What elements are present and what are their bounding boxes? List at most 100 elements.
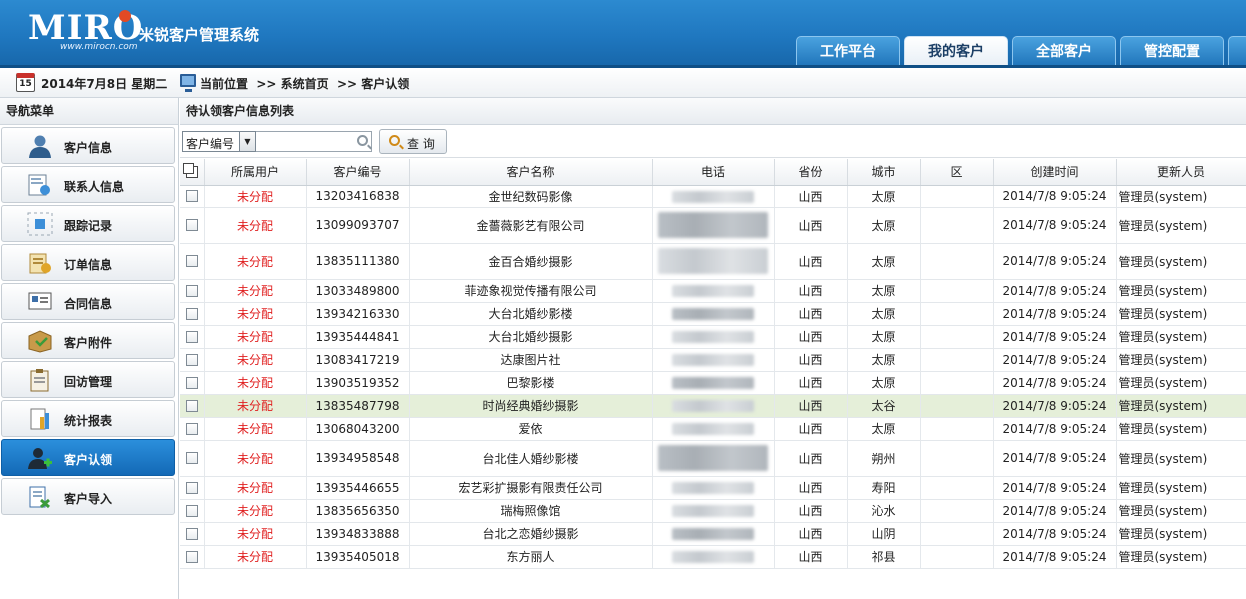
row-checkbox[interactable] bbox=[180, 371, 205, 395]
cell-code: 13033489800 bbox=[306, 279, 410, 303]
cell-code: 13935405018 bbox=[306, 545, 410, 569]
cell-name: 东方丽人 bbox=[409, 545, 653, 569]
tab-my-customers[interactable]: 我的客户 bbox=[904, 36, 1008, 68]
row-checkbox[interactable] bbox=[180, 348, 205, 372]
cell-updater: 管理员(system) bbox=[1116, 325, 1246, 349]
sidebar-item-contracts[interactable]: 合同信息 bbox=[1, 283, 175, 320]
redacted-phone bbox=[672, 285, 754, 297]
sidebar-title: 导航菜单 bbox=[0, 98, 178, 125]
checkbox[interactable] bbox=[185, 550, 198, 563]
sidebar-item-tracking[interactable]: 跟踪记录 bbox=[1, 205, 175, 242]
table-row[interactable]: 未分配 13934216330 大台北婚纱影楼 山西 太原 2014/7/8 9:05:2… bbox=[180, 302, 1246, 326]
table-row[interactable]: 未分配 13935444841 大台北婚纱摄影 山西 太原 2014/7/8 9:05:2… bbox=[180, 325, 1246, 349]
table-row[interactable]: 未分配 13934833888 台北之恋婚纱摄影 山西 山阴 2014/7/8 9:05:… bbox=[180, 522, 1246, 546]
table-row[interactable]: 未分配 13033489800 菲迹象视觉传播有限公司 山西 太原 2014/7/8 9:… bbox=[180, 279, 1246, 303]
table-header-row: 所属用户 客户编号 客户名称 电话 省份 城市 区 创建时间 更新人员 bbox=[180, 159, 1246, 186]
sidebar-item-customer-info[interactable]: 客户信息 bbox=[1, 127, 175, 164]
row-checkbox[interactable] bbox=[180, 279, 205, 303]
table-row[interactable]: 未分配 13835656350 瑞梅照像馆 山西 沁水 2014/7/8 9:05:24 管… bbox=[180, 499, 1246, 523]
table-row[interactable]: 未分配 13835111380 金百合婚纱摄影 山西 太原 2014/7/8 9:05:2… bbox=[180, 243, 1246, 280]
checkbox[interactable] bbox=[185, 307, 198, 320]
row-checkbox[interactable] bbox=[180, 243, 205, 280]
chevron-down-icon[interactable]: ▼ bbox=[239, 132, 255, 151]
row-checkbox[interactable] bbox=[180, 440, 205, 477]
row-checkbox[interactable] bbox=[180, 325, 205, 349]
checkbox[interactable] bbox=[185, 190, 198, 202]
col-updater[interactable]: 更新人员 bbox=[1116, 159, 1246, 186]
search-input[interactable] bbox=[256, 131, 372, 152]
checkbox[interactable] bbox=[185, 399, 198, 412]
sidebar-item-reports[interactable]: 统计报表 bbox=[1, 400, 175, 437]
sidebar-item-attachments[interactable]: 客户附件 bbox=[1, 322, 175, 359]
col-name[interactable]: 客户名称 bbox=[409, 159, 653, 186]
report-icon bbox=[30, 408, 49, 430]
row-checkbox[interactable] bbox=[180, 207, 205, 244]
select-all-header[interactable] bbox=[180, 159, 205, 186]
checkbox[interactable] bbox=[185, 255, 198, 267]
checkbox[interactable] bbox=[185, 284, 198, 297]
table-row[interactable]: 未分配 13935446655 宏艺彩扩摄影有限责任公司 山西 寿阳 2014/7/8 9… bbox=[180, 476, 1246, 500]
checkbox[interactable] bbox=[185, 422, 198, 435]
col-province[interactable]: 省份 bbox=[774, 159, 848, 186]
checkbox[interactable] bbox=[185, 481, 198, 494]
row-checkbox[interactable] bbox=[180, 476, 205, 500]
row-checkbox[interactable] bbox=[180, 417, 205, 441]
cell-district bbox=[920, 207, 994, 244]
search-field-select[interactable]: 客户编号 ▼ bbox=[182, 131, 256, 152]
table-row[interactable]: 未分配 13099093707 金薔薇影艺有限公司 山西 太原 2014/7/8 9:05… bbox=[180, 207, 1246, 244]
tab-overflow[interactable] bbox=[1228, 36, 1246, 68]
table-row[interactable]: 未分配 13903519352 巴黎影楼 山西 太原 2014/7/8 9:05:24 管理… bbox=[180, 371, 1246, 395]
checkbox[interactable] bbox=[185, 452, 198, 464]
cell-updater: 管理员(system) bbox=[1116, 279, 1246, 303]
row-checkbox[interactable] bbox=[180, 545, 205, 569]
col-district[interactable]: 区 bbox=[920, 159, 994, 186]
tab-workbench[interactable]: 工作平台 bbox=[796, 36, 900, 68]
row-checkbox[interactable] bbox=[180, 302, 205, 326]
table-row[interactable]: 未分配 13083417219 达康图片社 山西 太原 2014/7/8 9:05:24 管… bbox=[180, 348, 1246, 372]
cell-name: 时尚经典婚纱摄影 bbox=[409, 394, 653, 418]
table-row[interactable]: 未分配 13203416838 金世纪数码影像 山西 太原 2014/7/8 9:05:2… bbox=[180, 185, 1246, 208]
col-owner[interactable]: 所属用户 bbox=[204, 159, 307, 186]
sidebar-item-customer-claim[interactable]: 客户认领 bbox=[1, 439, 175, 476]
checkbox[interactable] bbox=[185, 219, 198, 231]
cell-name: 瑞梅照像馆 bbox=[409, 499, 653, 523]
table-row[interactable]: 未分配 13068043200 爱依 山西 太原 2014/7/8 9:05:24 管理员(… bbox=[180, 417, 1246, 441]
checkbox[interactable] bbox=[185, 353, 198, 366]
sidebar-item-contacts[interactable]: 联系人信息 bbox=[1, 166, 175, 203]
cell-province: 山西 bbox=[774, 394, 848, 418]
user-add-icon bbox=[28, 448, 52, 469]
cell-name: 达康图片社 bbox=[409, 348, 653, 372]
sidebar-item-label: 订单信息 bbox=[64, 258, 113, 272]
row-checkbox[interactable] bbox=[180, 185, 205, 208]
col-phone[interactable]: 电话 bbox=[652, 159, 775, 186]
tab-control-config[interactable]: 管控配置 bbox=[1120, 36, 1224, 68]
checkbox[interactable] bbox=[185, 330, 198, 343]
row-checkbox[interactable] bbox=[180, 499, 205, 523]
cell-district bbox=[920, 440, 994, 477]
cell-owner: 未分配 bbox=[204, 499, 307, 523]
table-row[interactable]: 未分配 13935405018 东方丽人 山西 祁县 2014/7/8 9:05:24 管理… bbox=[180, 545, 1246, 569]
table-row[interactable]: 未分配 13835487798 时尚经典婚纱摄影 山西 太谷 2014/7/8 9:05:… bbox=[180, 394, 1246, 418]
sidebar-item-revisit[interactable]: 回访管理 bbox=[1, 361, 175, 398]
query-button[interactable]: 查 询 bbox=[379, 129, 447, 154]
row-checkbox[interactable] bbox=[180, 522, 205, 546]
col-code[interactable]: 客户编号 bbox=[306, 159, 410, 186]
sidebar-item-orders[interactable]: 订单信息 bbox=[1, 244, 175, 281]
checkbox[interactable] bbox=[185, 376, 198, 389]
cell-district bbox=[920, 325, 994, 349]
sidebar-item-customer-import[interactable]: 客户导入 bbox=[1, 478, 175, 515]
select-all-icon[interactable] bbox=[182, 162, 198, 178]
sidebar: 导航菜单 客户信息 联系人信息 跟踪记录 订单信息 合同信息 客户附件 回访管理… bbox=[0, 98, 179, 599]
sidebar-item-label: 客户导入 bbox=[64, 492, 113, 506]
logo[interactable]: MIRO www.mirocn.com 米锐客户管理系统 bbox=[28, 8, 268, 56]
table-row[interactable]: 未分配 13934958548 台北佳人婚纱影楼 山西 朔州 2014/7/8 9:05:… bbox=[180, 440, 1246, 477]
col-city[interactable]: 城市 bbox=[847, 159, 921, 186]
row-checkbox[interactable] bbox=[180, 394, 205, 418]
tab-all-customers[interactable]: 全部客户 bbox=[1012, 36, 1116, 68]
search-icon[interactable] bbox=[357, 135, 368, 146]
checkbox[interactable] bbox=[185, 527, 198, 540]
cell-created: 2014/7/8 9:05:24 bbox=[993, 394, 1117, 418]
cell-updater: 管理员(system) bbox=[1116, 207, 1246, 244]
col-created[interactable]: 创建时间 bbox=[993, 159, 1117, 186]
checkbox[interactable] bbox=[185, 504, 198, 517]
